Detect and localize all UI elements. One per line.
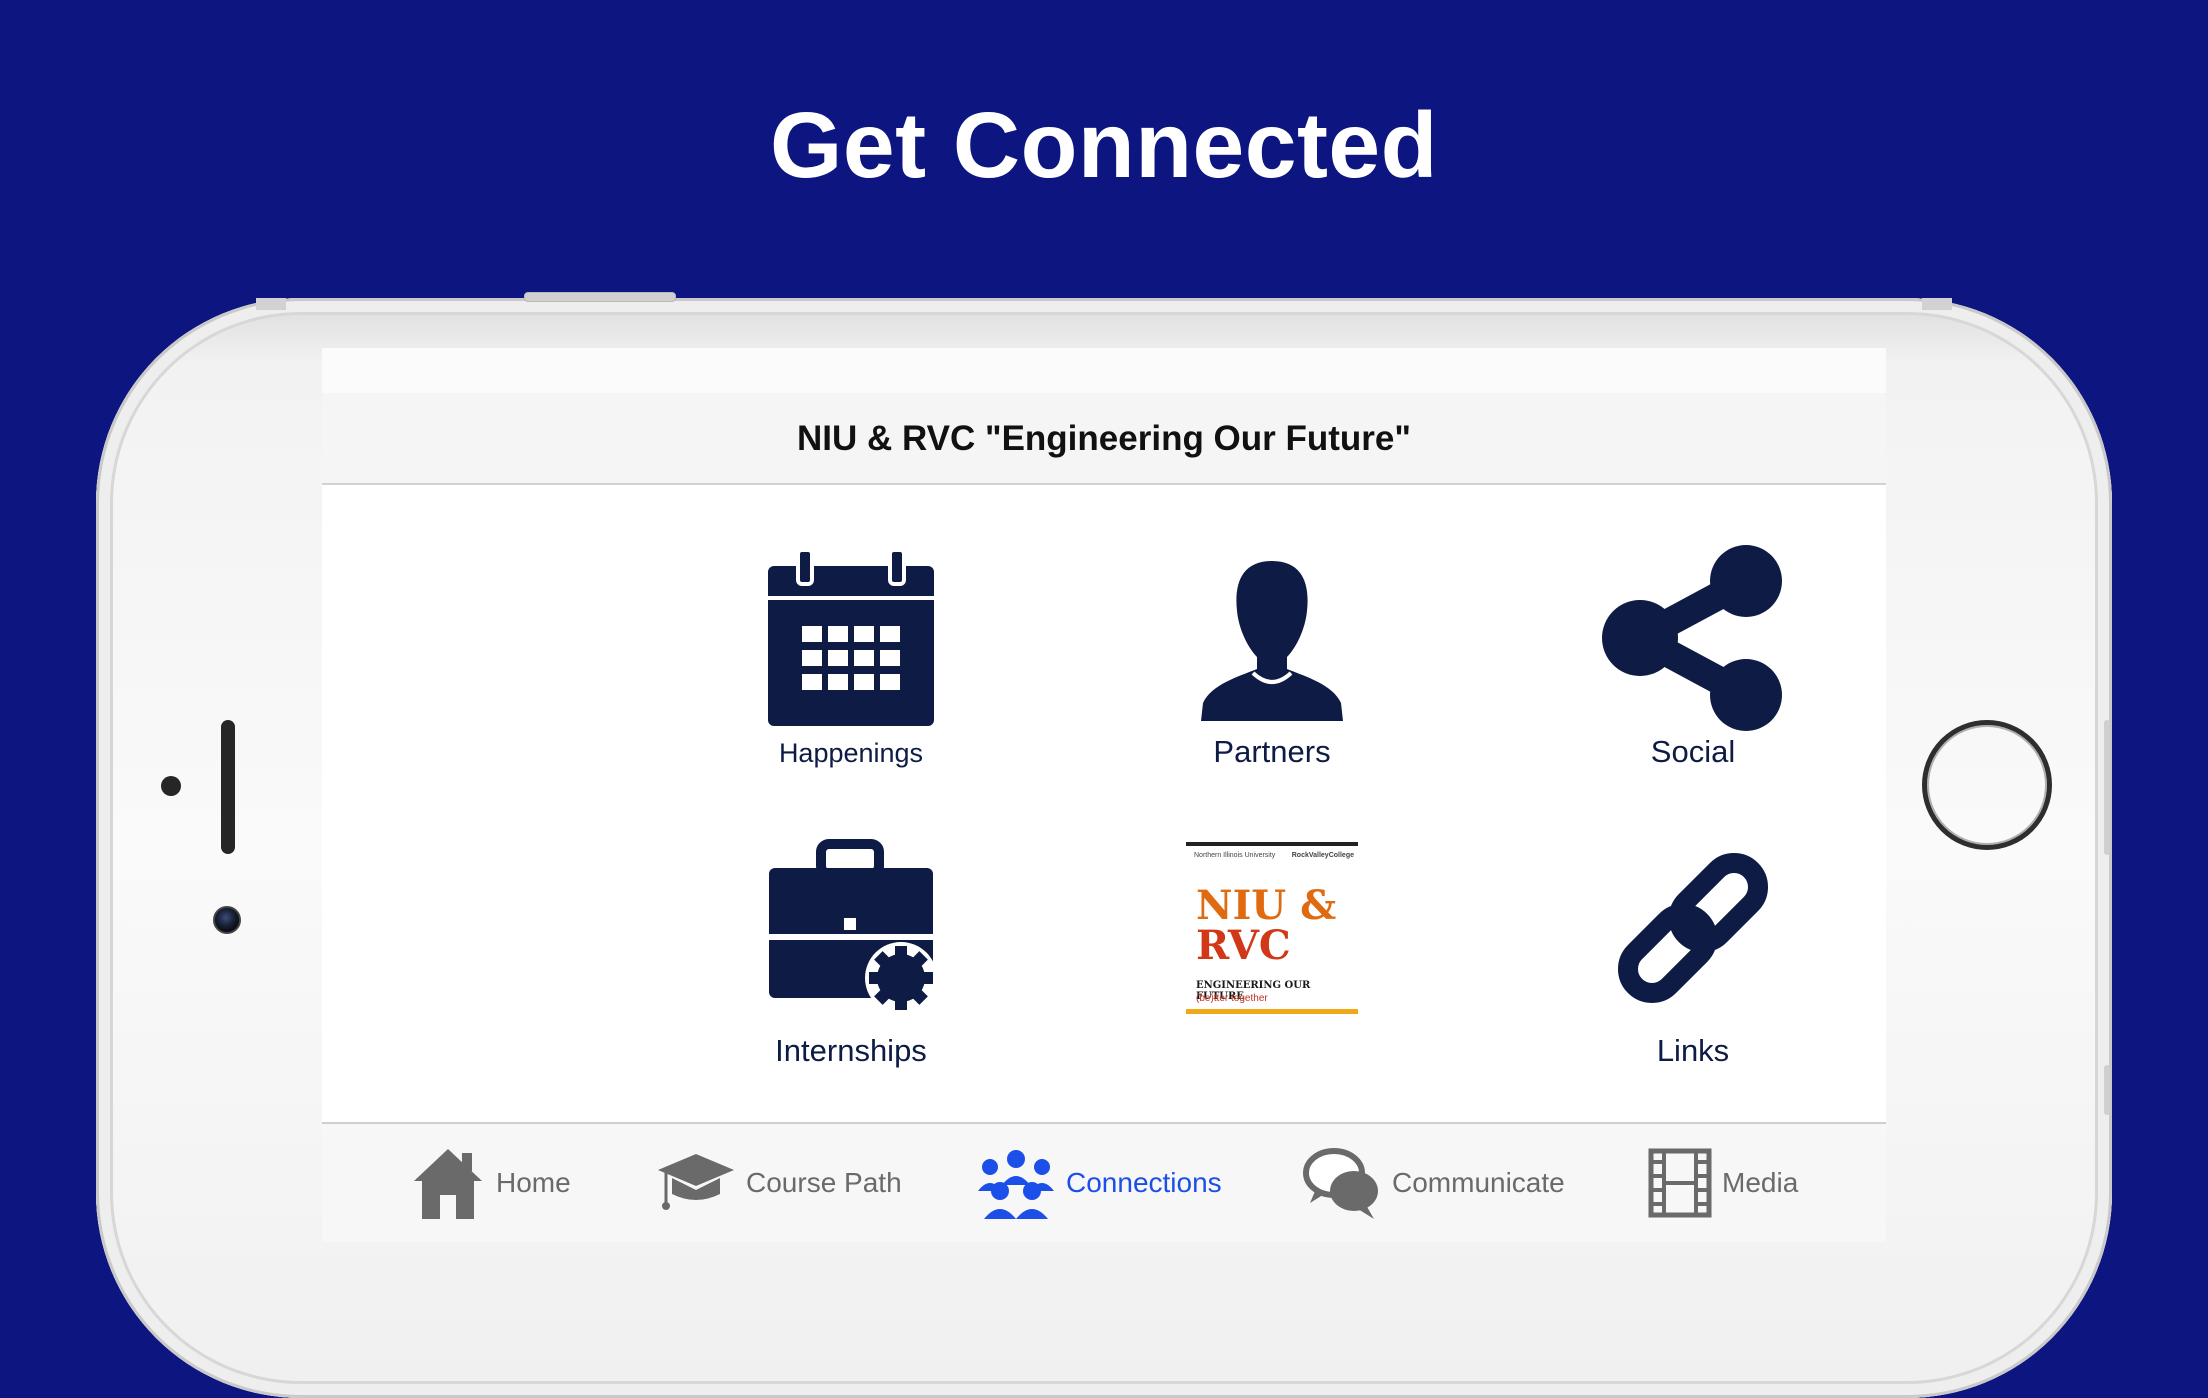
logo-header-right: RockValleyCollege [1291, 852, 1354, 859]
tab-connections[interactable]: Connections [976, 1124, 1222, 1242]
tile-label-happenings: Happenings [778, 738, 924, 768]
briefcase-icon [681, 828, 1021, 1028]
promo-headline: Get Connected [770, 93, 1438, 197]
logo-header-left: Northern Illinois University [1194, 852, 1276, 859]
logo-line2: RVC [1196, 922, 1291, 969]
tile-social[interactable]: Social [1523, 538, 1863, 798]
power-button [524, 292, 676, 302]
proximity-sensor [161, 776, 181, 796]
tab-home[interactable]: Home [410, 1124, 571, 1242]
graduation-cap-icon [658, 1154, 734, 1210]
home-button[interactable] [1922, 720, 2052, 850]
volume-button-lower [2104, 1065, 2110, 1115]
tile-niu-rvc[interactable]: Northern Illinois University RockValleyC… [1102, 828, 1442, 1088]
tile-internships[interactable]: Internships [681, 828, 1021, 1088]
volume-button [2104, 720, 2110, 855]
tile-label-internships: Internships [775, 1033, 927, 1068]
tab-label-course-path: Course Path [746, 1167, 902, 1198]
tab-label-connections: Connections [1066, 1167, 1222, 1198]
calendar-icon [681, 538, 1021, 738]
front-camera [213, 906, 241, 934]
tile-partners[interactable]: Partners [1102, 538, 1442, 798]
tab-label-home: Home [496, 1167, 571, 1198]
film-icon [1648, 1148, 1712, 1218]
tab-media[interactable]: Media [1648, 1124, 1798, 1242]
tile-label-social: Social [1650, 734, 1736, 769]
share-icon [1523, 538, 1863, 738]
earpiece-speaker [221, 720, 235, 854]
antenna-band-right [1922, 298, 1952, 310]
niu-rvc-logo: Northern Illinois University RockValleyC… [1102, 828, 1442, 1028]
logo-line1: NIU & [1196, 882, 1337, 929]
person-icon [1102, 538, 1442, 738]
tab-bar: Home Course Path Connections Communicate… [322, 1122, 1886, 1242]
link-icon [1523, 828, 1863, 1028]
tab-course-path[interactable]: Course Path [656, 1124, 902, 1242]
logo-subtagline: (be)tter together [1196, 993, 1268, 1004]
tile-happenings[interactable]: Happenings [681, 538, 1021, 798]
people-icon [978, 1150, 1054, 1219]
tile-links[interactable]: Links [1523, 828, 1863, 1088]
tab-label-media: Media [1722, 1167, 1799, 1198]
tab-communicate[interactable]: Communicate [1302, 1124, 1565, 1242]
chat-bubbles-icon [1303, 1148, 1378, 1219]
home-icon [414, 1149, 482, 1219]
antenna-band-left [256, 298, 286, 310]
tab-label-communicate: Communicate [1392, 1167, 1565, 1198]
tile-label-partners: Partners [1213, 734, 1331, 769]
tile-label-links: Links [1656, 1033, 1730, 1068]
